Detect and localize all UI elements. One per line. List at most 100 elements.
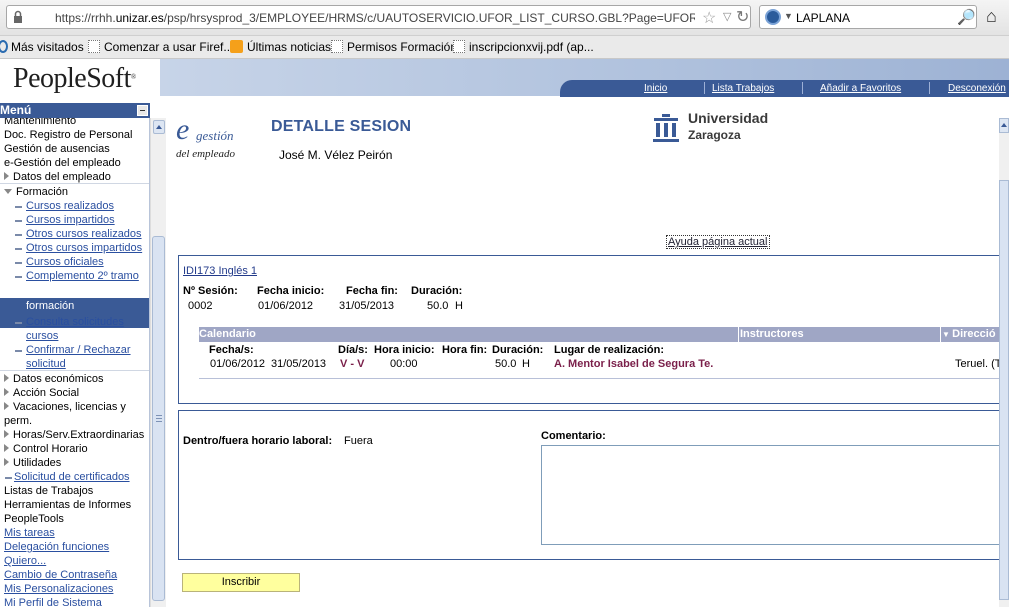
start-date-label: Fecha inicio: [257,285,325,297]
address-heading[interactable]: ▼ Direcció [942,328,996,340]
end-date-label: Fecha fin: [346,285,398,297]
nav-separator [929,82,930,94]
sort-arrow-icon: ▼ [942,330,953,339]
url-dropdown-icon[interactable]: ▽ [723,10,731,23]
cal-date-to: 31/05/2013 [271,358,327,370]
url-text: https://rrhh.unizar.es/psp/hrsysprod_3/E… [55,11,695,25]
menu-item-vacaciones[interactable]: Vacaciones, licencias y [4,401,126,414]
menu-item-confirmar-rechazar[interactable]: Confirmar / Rechazar [26,344,131,357]
menu-item-otros-realizados[interactable]: Otros cursos realizados [26,228,142,241]
calendar-divider [199,378,1009,379]
scroll-thumb[interactable] [999,180,1009,600]
menu-item-mis-tareas[interactable]: Mis tareas [4,527,55,540]
menu-item-cursos-impartidos[interactable]: Cursos impartidos [26,214,115,227]
menu-item-oferta-cursos-cont[interactable]: formación [26,300,74,313]
scroll-up-icon[interactable] [999,118,1009,133]
nav-separator [802,82,803,94]
session-number-label: Nº Sesión: [183,285,238,297]
menu-item-egestion[interactable]: e-Gestión del empleado [4,157,121,170]
bookmark-latest-news[interactable]: Últimas noticias [230,40,331,54]
menu-item-complemento[interactable]: Complemento 2º tramo [26,270,139,283]
search-icon[interactable]: 🔎 [957,8,976,26]
nav-desconexion-link[interactable]: Desconexión [948,83,1006,94]
header-nav: Inicio Lista Trabajos Añadir a Favoritos… [560,80,1009,97]
menu-item-datos-empleado[interactable]: Datos del empleado [4,171,111,184]
cal-date-from: 01/06/2012 [210,358,266,370]
session-number-value: 0002 [188,300,213,312]
bookmark-getting-started[interactable]: Comenzar a usar Firef... [88,40,233,54]
bookmark-permisos-formacion[interactable]: Permisos Formación [331,40,457,54]
expand-arrow-icon [4,388,9,396]
menu-item-peopletools[interactable]: PeopleTools [4,513,64,526]
menu-item-personalizaciones[interactable]: Mis Personalizaciones [4,583,113,596]
home-icon[interactable]: ⌂ [986,7,997,25]
university-name: Universidad [688,110,769,126]
menu-item-accion-social[interactable]: Acción Social [4,387,79,400]
scroll-thumb[interactable] [152,236,165,601]
duration-label: Duración: [411,285,463,297]
menu-item-otros-impartidos[interactable]: Otros cursos impartidos [26,242,142,255]
instructors-heading[interactable]: Instructores [740,328,804,340]
bookmark-inscripcion-pdf[interactable]: inscripcionxvij.pdf (ap... [453,40,594,54]
page-icon [331,40,343,53]
bookmark-star-icon[interactable]: ☆ [702,8,716,28]
nav-inicio-link[interactable]: Inicio [644,83,667,94]
globe-icon [0,40,8,53]
expand-arrow-icon [4,458,9,466]
menu-item-consulta-solicitudes-cont[interactable]: cursos [26,330,58,343]
cal-start-time: 00:00 [390,358,418,370]
enroll-button[interactable]: Inscribir [182,573,300,592]
scroll-up-icon[interactable] [153,120,165,134]
menu-item-cursos-oficiales[interactable]: Cursos oficiales [26,256,104,269]
menu-item-delegacion[interactable]: Delegación funciones [4,541,109,554]
menu-item-confirmar-rechazar-cont[interactable]: solicitud [26,358,66,371]
menu-item-formacion[interactable]: Formación [4,186,68,199]
details-panel: Dentro/fuera horario laboral: Fuera Come… [178,410,1009,560]
sidebar-menu: Menú Mantenimiento Doc. Registro de Pers… [0,103,166,607]
search-text: LAPLANA [796,11,851,25]
menu-item-datos-economicos[interactable]: Datos económicos [4,373,104,386]
menu-header: Menú [0,103,150,118]
search-engine-dropdown-icon[interactable]: ▼ [784,11,793,21]
dash-icon [15,206,22,208]
course-link[interactable]: IDI173 Inglés 1 [183,265,257,277]
browser-toolbar: https://rrhh.unizar.es/psp/hrsysprod_3/E… [0,0,1009,36]
collapse-menu-icon[interactable] [137,105,148,116]
menu-scrollbar[interactable] [150,118,166,607]
search-engine-icon[interactable] [765,9,781,25]
menu-item-herramientas-informes[interactable]: Herramientas de Informes [4,499,131,512]
menu-title: Menú [0,103,32,117]
menu-item-oferta-cursos[interactable]: Oferta de cursos de [26,286,123,299]
url-field[interactable]: https://rrhh.unizar.es/psp/hrsysprod_3/E… [6,5,751,29]
main-scrollbar[interactable] [999,118,1009,607]
dash-icon [15,276,22,278]
column-divider [940,327,941,342]
help-link[interactable]: Ayuda página actual [666,235,770,249]
menu-item-listas-trabajos[interactable]: Listas de Trabajos [4,485,93,498]
menu-item-mantenimiento[interactable]: Mantenimiento [4,118,76,128]
menu-item-cursos-realizados[interactable]: Cursos realizados [26,200,114,213]
menu-item-consulta-solicitudes[interactable]: Consulta solicitudes [26,316,124,329]
nav-favoritos-link[interactable]: Añadir a Favoritos [820,83,901,94]
nav-lista-trabajos-link[interactable]: Lista Trabajos [712,83,774,94]
dates-label: Fecha/s: [209,344,254,356]
work-hours-value: Fuera [344,435,373,447]
search-input[interactable]: ▼ LAPLANA 🔎 [759,5,977,29]
menu-item-quiero[interactable]: Quiero... [4,555,46,568]
start-time-label: Hora inicio: [374,344,435,356]
menu-item-doc-registro[interactable]: Doc. Registro de Personal [4,129,132,142]
expand-arrow-icon [4,374,9,382]
menu-item-cambio-contrasena[interactable]: Cambio de Contraseña [4,569,117,582]
reload-icon[interactable]: ↻ [736,7,749,27]
menu-item-control-horario[interactable]: Control Horario [4,443,88,456]
menu-item-solicitud-certificados[interactable]: Solicitud de certificados [14,471,130,484]
end-time-label: Hora fin: [442,344,488,356]
calendar-grid: Calendario Instructores ▼ Direcció Fecha… [199,327,1009,379]
menu-item-utilidades[interactable]: Utilidades [4,457,61,470]
menu-item-perfil-sistema[interactable]: Mi Perfil de Sistema [4,597,102,607]
menu-item-gestion-ausencias[interactable]: Gestión de ausencias [4,143,110,156]
menu-item-horas-extra[interactable]: Horas/Serv.Extraordinarias [4,429,144,442]
comment-textarea[interactable] [541,445,1009,545]
menu-item-vacaciones-cont[interactable]: perm. [4,415,32,428]
bookmark-most-visited[interactable]: Más visitados [0,40,84,54]
